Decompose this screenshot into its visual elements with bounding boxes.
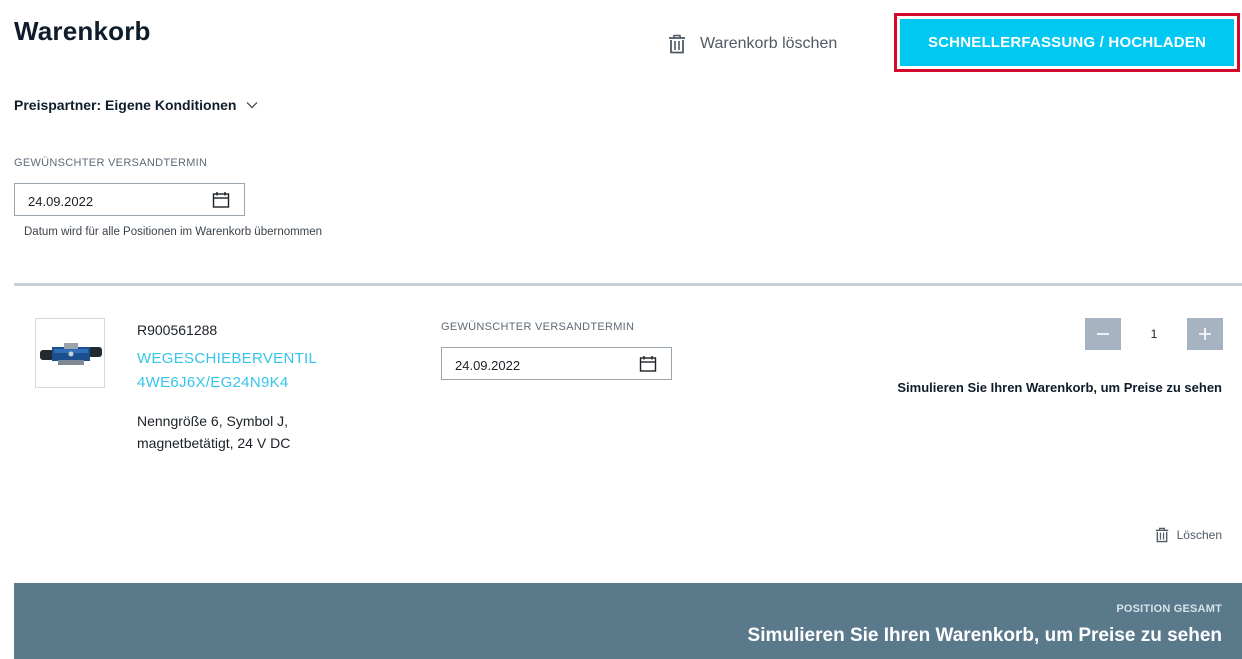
quantity-decrease-button[interactable] [1085,318,1121,350]
valve-product-image [40,343,102,365]
shipping-date-hint: Datum wird für alle Positionen im Warenk… [24,226,323,238]
quick-entry-upload-button[interactable]: SCHNELLERFASSUNG / HOCHLADEN [900,19,1234,66]
price-partner-label: Preispartner: Eigene Konditionen [14,97,237,113]
item-price-simulation-message: Simulieren Sie Ihren Warenkorb, um Preis… [897,380,1222,395]
calendar-icon[interactable] [212,191,230,209]
position-total-message: Simulieren Sie Ihren Warenkorb, um Preis… [747,625,1222,646]
position-total-bar: POSITION GESAMT Simulieren Sie Ihren War… [14,583,1242,659]
global-shipping-date-value: 24.09.2022 [28,194,94,209]
clear-cart-label: Warenkorb löschen [700,35,838,52]
minus-icon [1097,333,1109,335]
trash-icon [669,34,685,54]
item-name-link[interactable]: WEGESCHIEBERVENTIL 4WE6J6X/EG24N9K4 [137,347,377,395]
section-divider [14,283,1242,286]
delete-item-label: Löschen [1176,528,1222,542]
global-shipping-label: GEWÜNSCHTER VERSANDTERMIN [14,157,208,169]
product-thumbnail[interactable] [35,318,105,388]
clear-cart-button[interactable]: Warenkorb löschen [668,34,837,54]
quantity-input[interactable]: 1 [1121,318,1187,350]
calendar-icon[interactable] [639,355,657,373]
item-shipping-date-input[interactable]: 24.09.2022 [441,347,672,380]
quantity-increase-button[interactable] [1187,318,1223,350]
item-shipping-date-value: 24.09.2022 [455,358,521,373]
item-shipping-label: GEWÜNSCHTER VERSANDTERMIN [441,321,635,333]
item-description: Nenngröße 6, Symbol J, magnetbetätigt, 2… [137,413,291,451]
page-title: Warenkorb [14,16,151,46]
global-shipping-date-input[interactable]: 24.09.2022 [14,183,245,216]
plus-icon [1199,328,1211,340]
trash-icon [1155,527,1168,543]
delete-item-button[interactable]: Löschen [1155,527,1222,543]
item-number: R900561288 [137,322,218,338]
quick-entry-focus-frame: SCHNELLERFASSUNG / HOCHLADEN [894,13,1240,72]
position-total-label: POSITION GESAMT [1116,603,1222,615]
quantity-stepper: 1 [1085,318,1223,350]
price-partner-dropdown[interactable]: Preispartner: Eigene Konditionen [14,97,258,113]
chevron-down-icon [246,102,258,109]
